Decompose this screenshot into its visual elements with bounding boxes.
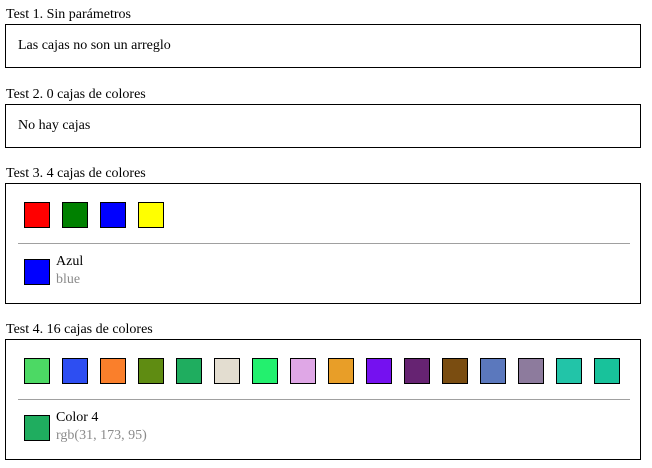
test-4-selected-swatch (24, 415, 50, 441)
test-4-selected-value: rgb(31, 173, 95) (56, 428, 147, 443)
color-swatch[interactable] (518, 358, 544, 384)
test-4-divider (18, 399, 630, 400)
test-4-box: Color 4 rgb(31, 173, 95) (5, 339, 641, 460)
test-2-box: No hay cajas (5, 104, 641, 148)
color-swatch[interactable] (328, 358, 354, 384)
test-3-divider (18, 243, 630, 244)
color-swatch[interactable] (138, 358, 164, 384)
test-3-selected-name: Azul (56, 254, 84, 269)
color-swatch[interactable] (480, 358, 506, 384)
color-swatch[interactable] (556, 358, 582, 384)
test-1-message: Las cajas no son un arreglo (18, 38, 171, 53)
color-swatch[interactable] (100, 358, 126, 384)
test-3-box: Azul blue (5, 183, 641, 304)
color-swatch[interactable] (62, 358, 88, 384)
color-swatch[interactable] (24, 358, 50, 384)
test-2-title: Test 2. 0 cajas de colores (6, 87, 146, 102)
test-3-selected-swatch (24, 259, 50, 285)
color-swatch[interactable] (214, 358, 240, 384)
color-swatch[interactable] (594, 358, 620, 384)
color-swatch[interactable] (176, 358, 202, 384)
test-3-selected-value: blue (56, 272, 81, 287)
test-1-title: Test 1. Sin parámetros (6, 7, 131, 22)
color-swatch[interactable] (442, 358, 468, 384)
color-swatch[interactable] (100, 202, 126, 228)
color-swatch[interactable] (252, 358, 278, 384)
color-swatch[interactable] (138, 202, 164, 228)
color-swatch[interactable] (290, 358, 316, 384)
color-swatch[interactable] (366, 358, 392, 384)
test-4-selected-name: Color 4 (56, 410, 99, 425)
test-2-message: No hay cajas (18, 118, 91, 133)
test-1-box: Las cajas no son un arreglo (5, 24, 641, 68)
color-swatch[interactable] (404, 358, 430, 384)
color-swatch[interactable] (62, 202, 88, 228)
test-4-title: Test 4. 16 cajas de colores (6, 322, 153, 337)
test-3-title: Test 3. 4 cajas de colores (6, 166, 146, 181)
color-swatch[interactable] (24, 202, 50, 228)
